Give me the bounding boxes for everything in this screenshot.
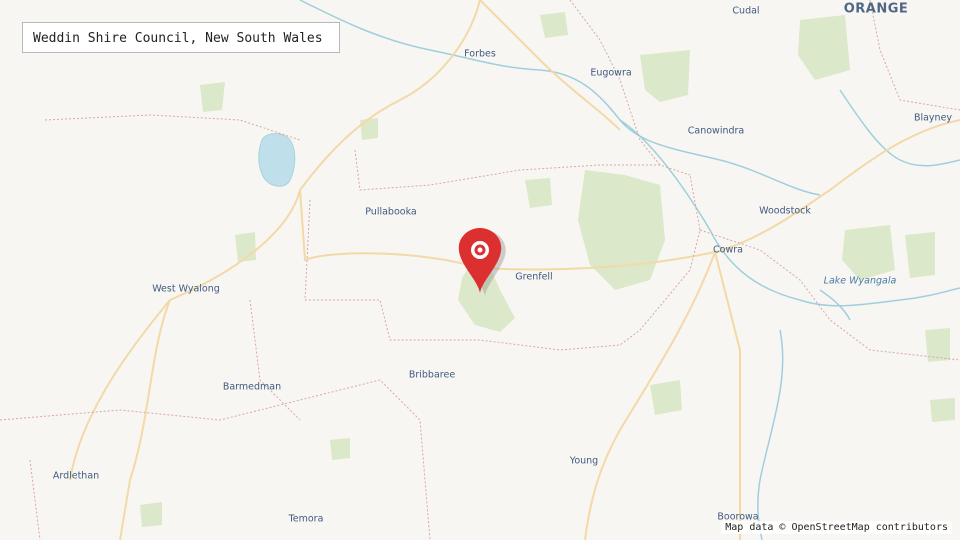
map-attribution[interactable]: Map data © OpenStreetMap contributors: [721, 521, 952, 534]
place-label-pullabooka: Pullabooka: [365, 206, 417, 218]
place-label-forbes: Forbes: [464, 48, 496, 60]
place-label-grenfell: Grenfell: [515, 271, 553, 283]
place-label-ardlethan: Ardlethan: [52, 470, 100, 482]
place-label-lake-wyangala: Lake Wyangala: [823, 275, 897, 287]
location-pin-icon[interactable]: [455, 226, 509, 298]
place-label-young: Young: [569, 455, 599, 467]
place-label-bribbaree: Bribbaree: [408, 369, 456, 381]
lake-cowal: [258, 133, 296, 187]
place-label-barmedman: Barmedman: [222, 381, 282, 393]
place-label-cudal: Cudal: [732, 5, 760, 17]
place-label-woodstock: Woodstock: [759, 205, 811, 217]
roads: [69, 0, 960, 540]
map-title: Weddin Shire Council, New South Wales: [22, 22, 340, 53]
place-label-temora: Temora: [288, 513, 324, 525]
place-label-orange: ORANGE: [843, 1, 909, 17]
place-label-canowindra: Canowindra: [687, 125, 745, 137]
place-label-blayney: Blayney: [913, 112, 953, 124]
map-view[interactable]: Weddin Shire Council, New South Wales Fo…: [0, 0, 960, 540]
place-label-west-wyalong: West Wyalong: [152, 283, 220, 295]
place-label-cowra: Cowra: [713, 244, 743, 256]
place-label-eugowra: Eugowra: [590, 67, 632, 79]
